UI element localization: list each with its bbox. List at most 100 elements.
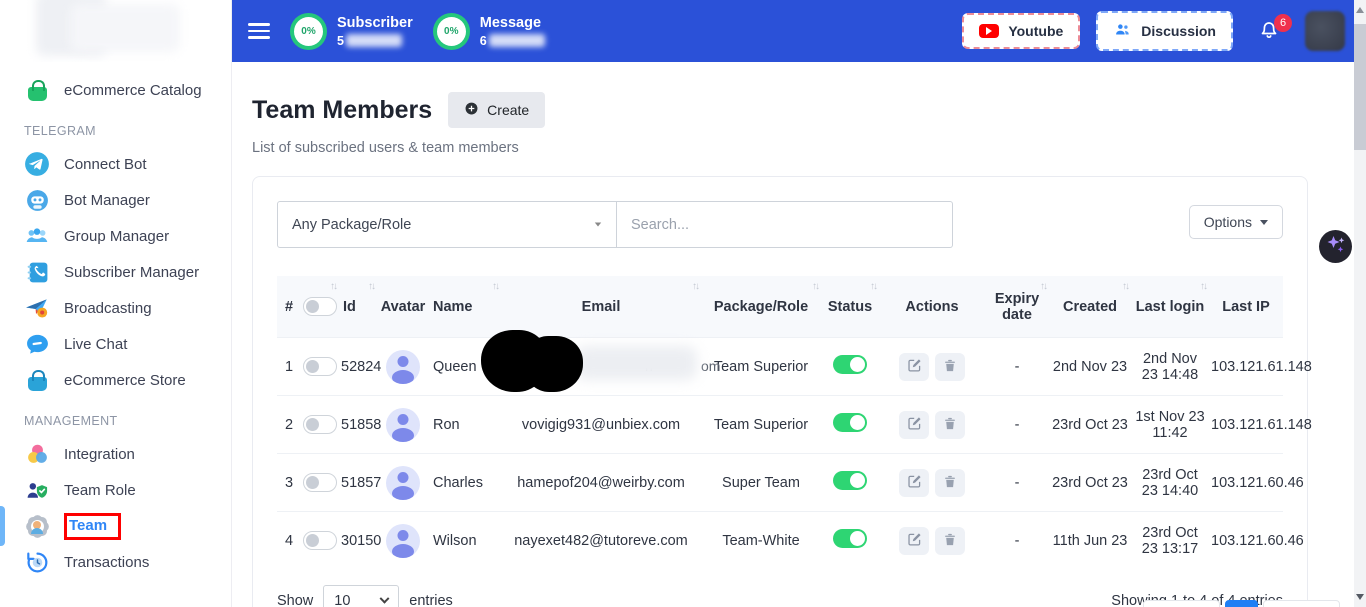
sidebar-item-connect-bot[interactable]: Connect Bot xyxy=(0,146,231,182)
scrollbar-thumb[interactable] xyxy=(1354,24,1366,150)
member-name: Ron xyxy=(429,396,501,454)
table-footer: Show 10 entries Showing 1 to 4 of 4 entr… xyxy=(277,585,1283,607)
edit-button[interactable] xyxy=(899,527,929,555)
table-row: 152824QueennomTeam Superior-2nd Nov 232n… xyxy=(277,338,1283,396)
row-number: 1 xyxy=(285,359,293,375)
subscriber-stat-value: 5 xyxy=(337,34,413,48)
column-header-name[interactable]: Name↑↓ xyxy=(429,276,501,338)
plus-circle-icon xyxy=(464,101,479,119)
edit-button[interactable] xyxy=(899,469,929,497)
status-toggle[interactable] xyxy=(833,355,867,374)
transactions-icon xyxy=(24,549,50,575)
table-row: 251858Ronvovigig931@unbiex.comTeam Super… xyxy=(277,396,1283,454)
sidebar-item-live-chat[interactable]: Live Chat xyxy=(0,326,231,362)
column-header-expiry-date[interactable]: Expiry date↑↓ xyxy=(985,276,1049,338)
column-header-last-login[interactable]: Last login↑↓ xyxy=(1131,276,1209,338)
row-select-toggle[interactable] xyxy=(303,415,337,434)
last-login: 2nd Nov 23 14:48 xyxy=(1131,338,1209,396)
sort-icon: ↑↓ xyxy=(692,281,698,292)
column-header-label: Avatar xyxy=(381,299,426,315)
column-header-label: Name xyxy=(433,299,473,315)
entries-per-page-select[interactable]: 10 xyxy=(323,585,399,607)
app-logo-blurred xyxy=(0,0,231,62)
pagination-next-button[interactable] xyxy=(1263,600,1340,607)
last-ip: 103.121.61.148 xyxy=(1209,338,1283,396)
delete-button[interactable] xyxy=(935,469,965,497)
column-header-label: Id xyxy=(343,299,356,315)
status-toggle[interactable] xyxy=(833,529,867,548)
delete-button[interactable] xyxy=(935,353,965,381)
trash-icon xyxy=(943,416,957,434)
sidebar-item-broadcasting[interactable]: Broadcasting xyxy=(0,290,231,326)
row-select-toggle[interactable] xyxy=(303,473,337,492)
member-id: 51857 xyxy=(339,454,377,512)
status-toggle[interactable] xyxy=(833,413,867,432)
notifications-bell-icon[interactable]: 6 xyxy=(1257,16,1281,47)
chevron-down-icon xyxy=(380,593,390,603)
members-card: Any Package/Role Options xyxy=(252,176,1308,607)
scroll-up-arrow[interactable] xyxy=(1356,7,1364,13)
select-all-toggle[interactable] xyxy=(303,297,337,316)
last-login: 1st Nov 23 11:42 xyxy=(1131,396,1209,454)
sidebar-item-team[interactable]: Team xyxy=(0,508,231,544)
sidebar-item-label: eCommerce Catalog xyxy=(64,82,202,99)
sidebar-item-label: Team xyxy=(64,513,121,540)
sidebar-item-group-manager[interactable]: Group Manager xyxy=(0,218,231,254)
subscriber-progress-ring: 0% xyxy=(290,13,327,50)
row-select-toggle[interactable] xyxy=(303,357,337,376)
chevron-down-icon xyxy=(595,223,601,227)
broadcast-icon xyxy=(24,295,50,321)
column-header-status[interactable]: Status↑↓ xyxy=(821,276,879,338)
sidebar-item-integration[interactable]: Integration xyxy=(0,436,231,472)
column-header-label: Expiry date xyxy=(995,291,1039,323)
row-select-toggle[interactable] xyxy=(303,531,337,550)
sidebar-item-label: Transactions xyxy=(64,554,149,571)
main-area: 0% Subscriber 5 0% Message 6 Youtube xyxy=(232,0,1366,607)
column-header-email[interactable]: Email↑↓ xyxy=(501,276,701,338)
sidebar: eCommerce Catalog TELEGRAMConnect BotBot… xyxy=(0,0,232,607)
page-subtitle: List of subscribed users & team members xyxy=(252,140,1308,156)
pagination-previous-button[interactable] xyxy=(1143,600,1220,607)
edit-button[interactable] xyxy=(899,411,929,439)
notification-count-badge: 6 xyxy=(1274,14,1292,32)
column-header-label: Actions xyxy=(905,299,958,315)
pagination-page-1-button[interactable] xyxy=(1225,600,1258,607)
sidebar-item-ecommerce-store[interactable]: eCommerce Store xyxy=(0,362,231,398)
sidebar-item-subscriber-manager[interactable]: Subscriber Manager xyxy=(0,254,231,290)
edit-button[interactable] xyxy=(899,353,929,381)
trash-icon xyxy=(943,532,957,550)
search-input[interactable] xyxy=(631,217,938,233)
sidebar-item-label: Broadcasting xyxy=(64,300,152,317)
page-scrollbar[interactable] xyxy=(1354,0,1366,607)
sidebar-item-ecommerce-catalog[interactable]: eCommerce Catalog xyxy=(0,72,231,108)
phonebook-icon xyxy=(24,259,50,285)
column-header-label: Status xyxy=(828,299,872,315)
row-number: 4 xyxy=(285,533,293,549)
integration-icon xyxy=(24,441,50,467)
youtube-button[interactable]: Youtube xyxy=(962,13,1080,49)
youtube-icon xyxy=(979,24,999,38)
pagination xyxy=(1143,600,1340,607)
scroll-down-arrow[interactable] xyxy=(1356,594,1364,600)
user-avatar[interactable] xyxy=(1305,11,1345,51)
avatar xyxy=(386,524,420,558)
discussion-button[interactable]: Discussion xyxy=(1096,11,1233,51)
sidebar-item-transactions[interactable]: Transactions xyxy=(0,544,231,580)
sidebar-item-team-role[interactable]: Team Role xyxy=(0,472,231,508)
column-header-id[interactable]: Id↑↓ xyxy=(339,276,377,338)
package-role-select[interactable]: Any Package/Role xyxy=(277,201,617,248)
options-button[interactable]: Options xyxy=(1189,205,1283,239)
sidebar-item-bot-manager[interactable]: Bot Manager xyxy=(0,182,231,218)
member-email: hamepof204@weirby.com xyxy=(501,454,701,512)
column-header-package-role[interactable]: Package/Role↑↓ xyxy=(701,276,821,338)
avatar xyxy=(386,350,420,384)
delete-button[interactable] xyxy=(935,527,965,555)
ai-assistant-button[interactable] xyxy=(1319,230,1352,263)
column-header--[interactable]: #↑↓ xyxy=(277,276,339,338)
column-header-created[interactable]: Created↑↓ xyxy=(1049,276,1131,338)
create-button[interactable]: Create xyxy=(448,92,545,128)
hamburger-menu-icon[interactable] xyxy=(248,19,270,43)
delete-button[interactable] xyxy=(935,411,965,439)
status-toggle[interactable] xyxy=(833,471,867,490)
sparkles-icon xyxy=(1324,232,1348,261)
